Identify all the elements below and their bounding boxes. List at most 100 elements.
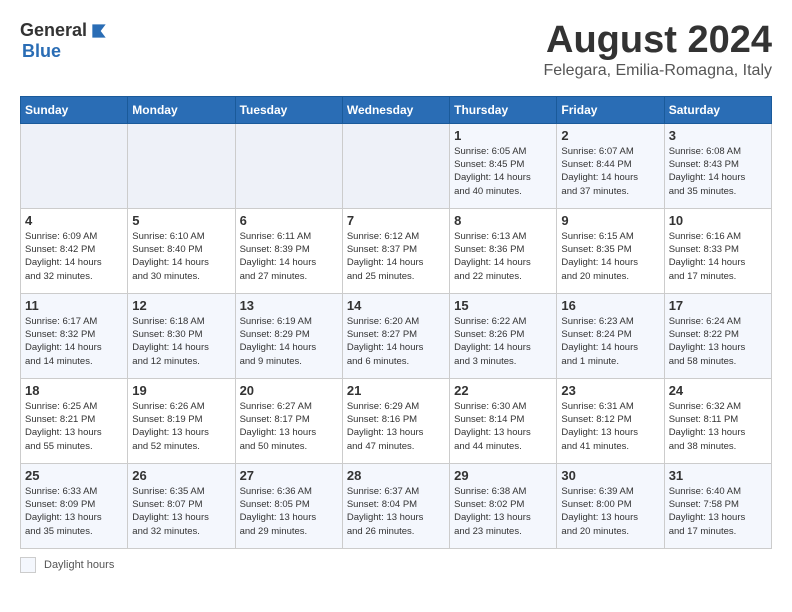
- day-info: Sunrise: 6:15 AM: [561, 230, 659, 243]
- day-info: Sunset: 8:00 PM: [561, 498, 659, 511]
- day-info: and 9 minutes.: [240, 355, 338, 368]
- day-info: and 20 minutes.: [561, 525, 659, 538]
- day-number: 9: [561, 213, 659, 228]
- day-number: 4: [25, 213, 123, 228]
- day-info: and 3 minutes.: [454, 355, 552, 368]
- day-info: and 52 minutes.: [132, 440, 230, 453]
- location: Felegara, Emilia-Romagna, Italy: [543, 62, 772, 80]
- day-info: and 32 minutes.: [132, 525, 230, 538]
- day-info: Daylight: 14 hours: [347, 341, 445, 354]
- logo-flag-icon: [89, 21, 109, 41]
- day-info: Sunset: 8:40 PM: [132, 243, 230, 256]
- day-info: Sunset: 8:27 PM: [347, 328, 445, 341]
- day-number: 11: [25, 298, 123, 313]
- day-number: 22: [454, 383, 552, 398]
- day-number: 28: [347, 468, 445, 483]
- calendar-cell: 23Sunrise: 6:31 AMSunset: 8:12 PMDayligh…: [557, 378, 664, 463]
- day-info: Sunrise: 6:12 AM: [347, 230, 445, 243]
- day-info: Sunrise: 6:32 AM: [669, 400, 767, 413]
- calendar-cell: 6Sunrise: 6:11 AMSunset: 8:39 PMDaylight…: [235, 208, 342, 293]
- day-info: and 23 minutes.: [454, 525, 552, 538]
- calendar-cell: 4Sunrise: 6:09 AMSunset: 8:42 PMDaylight…: [21, 208, 128, 293]
- weekday-saturday: Saturday: [664, 96, 771, 123]
- day-info: and 50 minutes.: [240, 440, 338, 453]
- calendar-cell: 1Sunrise: 6:05 AMSunset: 8:45 PMDaylight…: [450, 123, 557, 208]
- day-info: Sunrise: 6:24 AM: [669, 315, 767, 328]
- calendar-cell: 11Sunrise: 6:17 AMSunset: 8:32 PMDayligh…: [21, 293, 128, 378]
- day-number: 27: [240, 468, 338, 483]
- day-number: 23: [561, 383, 659, 398]
- day-info: Sunrise: 6:16 AM: [669, 230, 767, 243]
- day-number: 15: [454, 298, 552, 313]
- day-info: Daylight: 13 hours: [669, 341, 767, 354]
- calendar-cell: 24Sunrise: 6:32 AMSunset: 8:11 PMDayligh…: [664, 378, 771, 463]
- day-info: Sunrise: 6:38 AM: [454, 485, 552, 498]
- day-info: Sunrise: 6:31 AM: [561, 400, 659, 413]
- day-number: 3: [669, 128, 767, 143]
- day-info: Sunset: 8:19 PM: [132, 413, 230, 426]
- day-info: Sunrise: 6:35 AM: [132, 485, 230, 498]
- day-info: Sunrise: 6:22 AM: [454, 315, 552, 328]
- day-info: Daylight: 14 hours: [454, 256, 552, 269]
- day-number: 19: [132, 383, 230, 398]
- logo-general: General: [20, 20, 87, 41]
- logo-blue-text: Blue: [22, 41, 61, 62]
- day-info: Sunset: 8:11 PM: [669, 413, 767, 426]
- day-info: Sunset: 8:07 PM: [132, 498, 230, 511]
- calendar-cell: 2Sunrise: 6:07 AMSunset: 8:44 PMDaylight…: [557, 123, 664, 208]
- calendar-cell: 8Sunrise: 6:13 AMSunset: 8:36 PMDaylight…: [450, 208, 557, 293]
- calendar-cell: 30Sunrise: 6:39 AMSunset: 8:00 PMDayligh…: [557, 463, 664, 548]
- day-info: Daylight: 13 hours: [669, 511, 767, 524]
- day-info: Sunset: 8:29 PM: [240, 328, 338, 341]
- day-info: Sunrise: 6:18 AM: [132, 315, 230, 328]
- day-number: 18: [25, 383, 123, 398]
- day-number: 16: [561, 298, 659, 313]
- day-number: 25: [25, 468, 123, 483]
- calendar-cell: 31Sunrise: 6:40 AMSunset: 7:58 PMDayligh…: [664, 463, 771, 548]
- day-info: Daylight: 13 hours: [669, 426, 767, 439]
- calendar-table: SundayMondayTuesdayWednesdayThursdayFrid…: [20, 96, 772, 549]
- day-info: and 20 minutes.: [561, 270, 659, 283]
- day-info: Daylight: 14 hours: [669, 171, 767, 184]
- calendar-cell: 25Sunrise: 6:33 AMSunset: 8:09 PMDayligh…: [21, 463, 128, 548]
- day-number: 2: [561, 128, 659, 143]
- month-title: August 2024: [543, 20, 772, 62]
- calendar-cell: 16Sunrise: 6:23 AMSunset: 8:24 PMDayligh…: [557, 293, 664, 378]
- day-info: Sunset: 8:43 PM: [669, 158, 767, 171]
- calendar-cell: [235, 123, 342, 208]
- day-info: Sunrise: 6:10 AM: [132, 230, 230, 243]
- calendar-cell: 18Sunrise: 6:25 AMSunset: 8:21 PMDayligh…: [21, 378, 128, 463]
- calendar-cell: 29Sunrise: 6:38 AMSunset: 8:02 PMDayligh…: [450, 463, 557, 548]
- day-info: Daylight: 14 hours: [25, 341, 123, 354]
- day-info: Daylight: 13 hours: [25, 426, 123, 439]
- day-number: 21: [347, 383, 445, 398]
- day-info: Daylight: 13 hours: [132, 511, 230, 524]
- day-info: Sunset: 8:35 PM: [561, 243, 659, 256]
- legend-box-icon: [20, 557, 36, 573]
- day-info: and 32 minutes.: [25, 270, 123, 283]
- day-info: Sunset: 8:42 PM: [25, 243, 123, 256]
- calendar-cell: 22Sunrise: 6:30 AMSunset: 8:14 PMDayligh…: [450, 378, 557, 463]
- day-info: Sunset: 8:02 PM: [454, 498, 552, 511]
- day-info: Sunrise: 6:23 AM: [561, 315, 659, 328]
- day-info: Daylight: 13 hours: [240, 511, 338, 524]
- day-info: Daylight: 14 hours: [669, 256, 767, 269]
- calendar-cell: 26 Sunrise: 6:35 AMSunset: 8:07 PMDayligh…: [128, 463, 235, 548]
- day-number: 14: [347, 298, 445, 313]
- calendar-cell: 19Sunrise: 6:26 AMSunset: 8:19 PMDayligh…: [128, 378, 235, 463]
- day-info: Sunrise: 6:13 AM: [454, 230, 552, 243]
- day-info: Sunset: 8:45 PM: [454, 158, 552, 171]
- day-number: 26: [132, 468, 230, 483]
- day-info: Sunrise: 6:30 AM: [454, 400, 552, 413]
- day-info: Daylight: 14 hours: [132, 341, 230, 354]
- calendar-cell: 3Sunrise: 6:08 AMSunset: 8:43 PMDaylight…: [664, 123, 771, 208]
- day-number: 31: [669, 468, 767, 483]
- day-number: 13: [240, 298, 338, 313]
- day-info: Sunset: 8:24 PM: [561, 328, 659, 341]
- weekday-header-row: SundayMondayTuesdayWednesdayThursdayFrid…: [21, 96, 772, 123]
- day-info: Sunset: 8:12 PM: [561, 413, 659, 426]
- day-info: Sunset: 8:05 PM: [240, 498, 338, 511]
- day-info: Sunset: 7:58 PM: [669, 498, 767, 511]
- day-number: 29: [454, 468, 552, 483]
- day-info: Daylight: 14 hours: [454, 341, 552, 354]
